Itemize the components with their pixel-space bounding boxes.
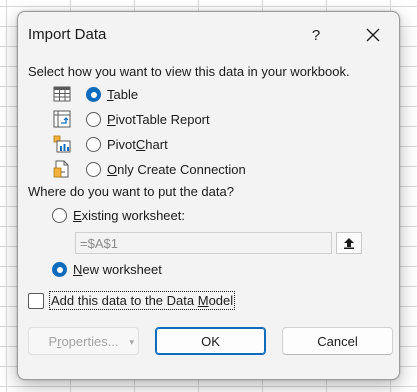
option-pivottable-report-label[interactable]: PivotTable Report <box>107 112 210 127</box>
radio-pivotchart[interactable] <box>86 137 101 152</box>
import-data-dialog: Import Data ? Select how you want to vie… <box>17 11 400 380</box>
add-to-data-model-checkbox[interactable] <box>28 293 44 309</box>
radio-pivottable-report[interactable] <box>86 112 101 127</box>
properties-button-label: Properties... <box>48 333 119 349</box>
radio-only-create-connection[interactable] <box>86 162 101 177</box>
existing-worksheet-label[interactable]: Existing worksheet: <box>73 208 185 223</box>
collapse-dialog-button[interactable] <box>336 232 362 254</box>
radio-table[interactable] <box>86 87 101 102</box>
close-button[interactable] <box>355 20 391 50</box>
option-pivotchart-label[interactable]: PivotChart <box>107 137 168 152</box>
pivotchart-icon <box>53 135 71 153</box>
chevron-down-icon: ▾ <box>129 337 134 347</box>
connection-icon <box>53 160 69 178</box>
dialog-titlebar: Import Data ? <box>18 12 399 56</box>
help-icon: ? <box>311 26 321 44</box>
pivottable-icon <box>53 110 71 128</box>
new-worksheet-label[interactable]: New worksheet <box>73 262 162 277</box>
help-button[interactable]: ? <box>299 20 333 50</box>
radio-new-worksheet[interactable] <box>52 262 67 277</box>
existing-worksheet-reference-input[interactable]: =$A$1 <box>75 232 332 254</box>
add-to-data-model-label[interactable]: Add this data to the Data Model <box>49 291 236 310</box>
option-table-label[interactable]: Table <box>107 87 138 102</box>
table-icon <box>53 86 71 102</box>
cancel-button[interactable]: Cancel <box>282 327 393 355</box>
radio-existing-worksheet[interactable] <box>52 208 67 223</box>
ok-button[interactable]: OK <box>155 327 266 355</box>
option-only-create-connection-label[interactable]: Only Create Connection <box>107 162 246 177</box>
view-section-heading: Select how you want to view this data in… <box>28 64 350 79</box>
dialog-title: Import Data <box>28 26 107 43</box>
collapse-dialog-icon <box>344 238 354 249</box>
properties-button[interactable]: Properties... ▾ <box>28 327 139 355</box>
close-icon <box>366 28 380 42</box>
location-section-heading: Where do you want to put the data? <box>28 184 234 199</box>
